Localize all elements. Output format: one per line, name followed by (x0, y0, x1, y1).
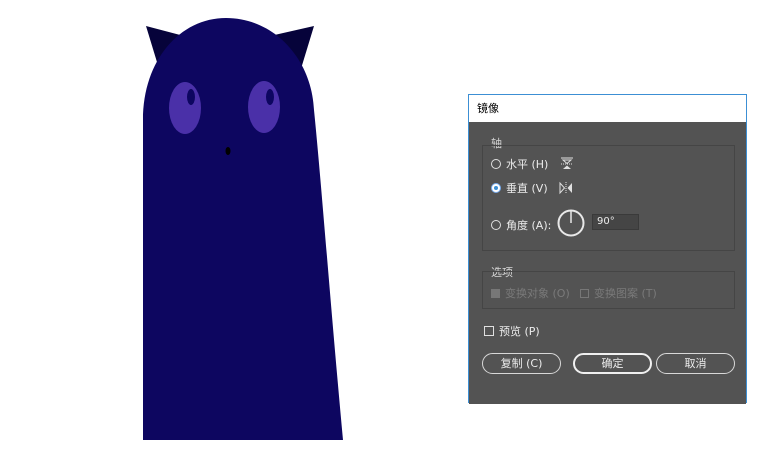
angle-dial-icon[interactable] (557, 209, 585, 237)
angle-label: 角度 (A): (506, 219, 552, 232)
figure-body[interactable] (143, 18, 343, 440)
transform-patterns-checkbox[interactable] (580, 288, 589, 298)
transform-objects-checkbox[interactable] (491, 288, 500, 298)
horizontal-label: 水平 (H) (506, 158, 549, 171)
vertical-axis-option[interactable]: 垂直 (V) (491, 180, 574, 196)
transform-patterns-label: 变换图案 (T) (594, 287, 657, 300)
figure-left-pupil (187, 89, 195, 105)
figure-right-eye[interactable] (248, 81, 280, 133)
figure-left-eye[interactable] (169, 82, 201, 134)
transform-objects-label: 变换对象 (O) (505, 287, 570, 300)
dialog-body: 轴 水平 (H) 垂直 (V) 角度 (A): 90° 选项 变换对象 (O) … (469, 122, 746, 404)
ok-button[interactable]: 确定 (573, 353, 652, 374)
mirror-dialog: 镜像 轴 水平 (H) 垂直 (V) 角度 (A): 90° 选项 变换对象 (… (468, 94, 747, 404)
figure-nose (225, 147, 231, 155)
copy-button[interactable]: 复制 (C) (482, 353, 561, 374)
horizontal-radio[interactable] (491, 159, 501, 169)
cancel-button[interactable]: 取消 (656, 353, 735, 374)
flip-horizontal-axis-icon (561, 157, 574, 169)
transform-patterns-option[interactable]: 变换图案 (T) (580, 285, 657, 301)
figure-right-pupil (266, 89, 274, 105)
transform-objects-option[interactable]: 变换对象 (O) (491, 285, 570, 301)
angle-radio[interactable] (491, 220, 501, 230)
angle-input[interactable]: 90° (592, 214, 639, 230)
vertical-radio[interactable] (491, 183, 501, 193)
horizontal-axis-option[interactable]: 水平 (H) (491, 156, 574, 172)
preview-checkbox[interactable] (484, 326, 494, 336)
preview-label: 预览 (P) (499, 325, 540, 338)
dialog-title[interactable]: 镜像 (469, 95, 746, 122)
vertical-label: 垂直 (V) (506, 182, 548, 195)
angle-axis-option[interactable]: 角度 (A): (491, 217, 551, 233)
preview-option[interactable]: 预览 (P) (484, 323, 540, 339)
flip-vertical-axis-icon (559, 181, 572, 195)
